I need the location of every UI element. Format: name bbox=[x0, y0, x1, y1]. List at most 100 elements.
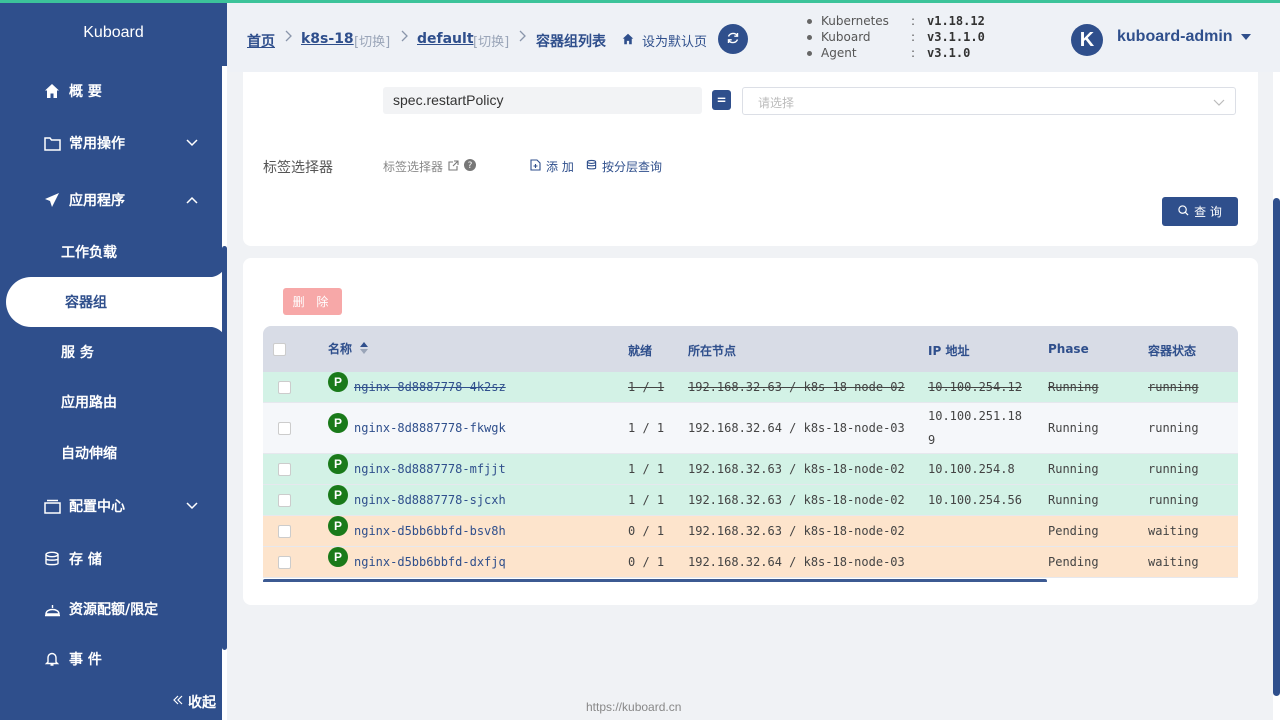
sidebar-item-services[interactable]: 服 务 bbox=[0, 332, 222, 372]
refresh-button[interactable] bbox=[718, 24, 748, 54]
table-row[interactable]: Pnginx-8d8887778-sjcxh 1 / 1 192.168.32.63… bbox=[263, 485, 1238, 516]
row-checkbox[interactable] bbox=[278, 494, 291, 507]
pod-container-state: waiting bbox=[1148, 524, 1199, 538]
sort-caret-icon[interactable] bbox=[359, 341, 369, 358]
column-header-ready: 就绪 bbox=[628, 344, 653, 358]
pod-name-link[interactable]: nginx-d5bb6bbfd-bsv8h bbox=[354, 524, 506, 538]
pod-name-link[interactable]: nginx-8d8887778-fkwgk bbox=[354, 421, 506, 435]
pod-phase: Pending bbox=[1048, 524, 1099, 538]
sidebar-item-events[interactable]: 事 件 bbox=[0, 639, 222, 679]
version-name: Kuboard bbox=[821, 30, 871, 44]
pod-ready: 0 / 1 bbox=[628, 524, 665, 538]
pod-phase-badge: P bbox=[328, 454, 348, 474]
sidebar-scrollbar-thumb[interactable] bbox=[222, 246, 227, 650]
sidebar-item-ingress[interactable]: 应用路由 bbox=[0, 382, 222, 422]
sidebar-item-label: 概 要 bbox=[69, 84, 102, 100]
pod-phase: Running bbox=[1048, 493, 1099, 507]
pod-phase-badge: P bbox=[328, 516, 348, 536]
home-icon bbox=[43, 82, 61, 100]
label-selector-text: 标签选择器 bbox=[383, 160, 444, 174]
row-checkbox[interactable] bbox=[278, 463, 291, 476]
table-row[interactable]: Pnginx-d5bb6bbfd-dxfjq 0 / 1 192.168.32.64… bbox=[263, 547, 1238, 578]
chevron-up-icon bbox=[185, 193, 199, 211]
sidebar-item-label: 常用操作 bbox=[69, 136, 125, 152]
avatar[interactable]: K bbox=[1071, 24, 1103, 56]
pod-container-state: running bbox=[1148, 493, 1199, 507]
version-colon: : bbox=[911, 46, 916, 60]
row-checkbox[interactable] bbox=[278, 556, 291, 569]
database-icon bbox=[586, 159, 597, 174]
pod-name-link[interactable]: nginx-8d8887778-mfjjt bbox=[354, 462, 506, 476]
pod-phase-badge: P bbox=[328, 372, 348, 392]
sidebar-item-workloads[interactable]: 工作负载 bbox=[0, 232, 222, 272]
breadcrumb-home[interactable]: 首页 bbox=[247, 31, 275, 51]
add-label-button[interactable]: 添 加 bbox=[530, 158, 574, 175]
pod-name-link[interactable]: nginx-d5bb6bbfd-dxfjq bbox=[354, 555, 506, 569]
table-row[interactable]: Pnginx-8d8887778-mfjjt 1 / 1 192.168.32.63… bbox=[263, 454, 1238, 485]
pod-ready: 1 / 1 bbox=[628, 493, 665, 507]
bullet-icon bbox=[807, 51, 812, 56]
file-add-icon bbox=[530, 159, 541, 174]
version-value: v3.1.0 bbox=[927, 46, 971, 60]
operator-button[interactable]: = bbox=[712, 90, 731, 110]
row-checkbox[interactable] bbox=[278, 525, 291, 538]
version-row: Kubernetes : v1.18.12 bbox=[807, 14, 985, 28]
sidebar-item-autoscaling[interactable]: 自动伸缩 bbox=[0, 433, 222, 473]
table-row[interactable]: Pnginx-8d8887778-fkwgk 1 / 1 192.168.32.64… bbox=[263, 403, 1238, 454]
pod-phase-badge: P bbox=[328, 413, 348, 433]
pod-ip-wrap: 9 bbox=[928, 433, 936, 447]
select-all-checkbox[interactable] bbox=[273, 343, 286, 356]
value-select[interactable]: 请选择 bbox=[742, 87, 1236, 115]
logo[interactable]: Kuboard bbox=[0, 24, 227, 42]
switch-cluster-link[interactable]: [切换] bbox=[354, 31, 390, 50]
filter-panel: spec.restartPolicy = 请选择 标签选择器 标签选择器 ? 添… bbox=[243, 72, 1258, 246]
user-menu[interactable]: kuboard-admin bbox=[1117, 28, 1251, 46]
pod-ip: 10.100.254.8 bbox=[928, 462, 1015, 476]
pod-node: 192.168.32.63 / k8s-18-node-02 bbox=[688, 524, 905, 538]
help-icon[interactable]: ? bbox=[464, 159, 477, 174]
sidebar-item-storage[interactable]: 存 储 bbox=[0, 539, 222, 579]
query-button[interactable]: 查 询 bbox=[1162, 197, 1238, 226]
pod-ip: 10.100.251.18 bbox=[928, 409, 1022, 423]
breadcrumb-cluster[interactable]: k8s-18 bbox=[301, 31, 354, 47]
sidebar-item-applications[interactable]: 应用程序 bbox=[0, 180, 222, 220]
search-icon bbox=[1178, 204, 1189, 219]
pod-ip: 10.100.254.56 bbox=[928, 493, 1022, 507]
refresh-icon bbox=[726, 30, 740, 49]
pod-name-link[interactable]: nginx-8d8887778-4k2sz bbox=[354, 380, 506, 394]
double-chevron-left-icon bbox=[172, 694, 184, 710]
sidebar-item-resource-quota[interactable]: 资源配额/限定 bbox=[0, 589, 222, 629]
sidebar-item-overview[interactable]: 概 要 bbox=[0, 71, 222, 111]
row-checkbox[interactable] bbox=[278, 381, 291, 394]
collapse-label: 收起 bbox=[188, 695, 216, 711]
column-header-node: 所在节点 bbox=[688, 344, 737, 358]
set-default-page-button[interactable]: 设为默认页 bbox=[622, 31, 707, 50]
folder-icon bbox=[43, 134, 61, 152]
sidebar-item-label: 自动伸缩 bbox=[61, 446, 117, 462]
field-key-input[interactable]: spec.restartPolicy bbox=[383, 87, 702, 114]
layer-query-button[interactable]: 按分层查询 bbox=[586, 158, 662, 175]
main-scrollbar-thumb[interactable] bbox=[1273, 198, 1280, 696]
label-selector-link[interactable]: 标签选择器 ? bbox=[383, 158, 477, 175]
table-horizontal-scrollbar[interactable] bbox=[263, 579, 1047, 582]
column-header-container-state: 容器状态 bbox=[1148, 344, 1197, 358]
pod-phase: Running bbox=[1048, 421, 1099, 435]
breadcrumb-namespace[interactable]: default bbox=[417, 31, 474, 47]
external-link-icon bbox=[448, 159, 459, 174]
sidebar-item-label: 配置中心 bbox=[69, 499, 125, 515]
sidebar-item-config-center[interactable]: 配置中心 bbox=[0, 486, 222, 526]
table-row[interactable]: Pnginx-8d8887778-4k2sz 1 / 1 192.168.32.63… bbox=[263, 372, 1238, 403]
footer-url[interactable]: https://kuboard.cn bbox=[586, 700, 681, 714]
pod-name-link[interactable]: nginx-8d8887778-sjcxh bbox=[354, 493, 506, 507]
column-header-name[interactable]: 名称 bbox=[328, 340, 352, 357]
table-row[interactable]: Pnginx-d5bb6bbfd-bsv8h 0 / 1 192.168.32.63… bbox=[263, 516, 1238, 547]
delete-button[interactable]: 删 除 bbox=[283, 288, 342, 315]
version-row: Agent : v3.1.0 bbox=[807, 46, 970, 60]
sidebar-item-pods[interactable]: 容器组 bbox=[6, 259, 227, 345]
chevron-down-icon bbox=[185, 499, 199, 517]
row-checkbox[interactable] bbox=[278, 422, 291, 435]
switch-namespace-link[interactable]: [切换] bbox=[473, 31, 509, 50]
collapse-sidebar-button[interactable]: 收起 bbox=[172, 692, 216, 712]
sidebar-item-common-ops[interactable]: 常用操作 bbox=[0, 123, 222, 163]
version-colon: : bbox=[911, 14, 916, 28]
